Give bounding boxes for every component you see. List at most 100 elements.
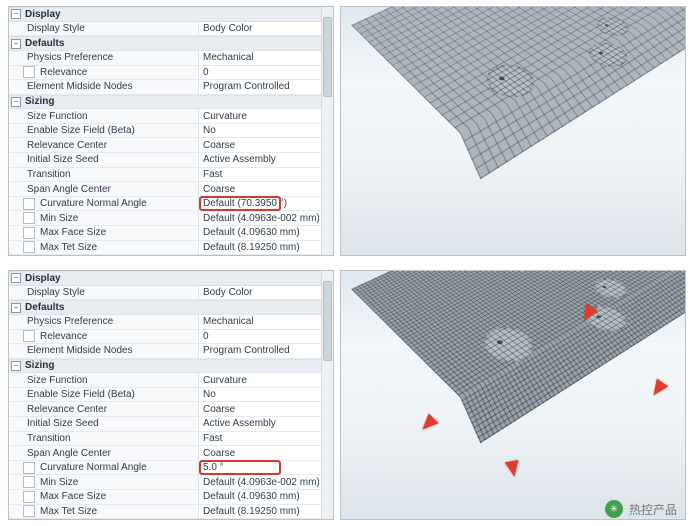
value[interactable]: 0	[199, 66, 321, 80]
label: Curvature Normal Angle	[9, 461, 199, 475]
row-physics-preference[interactable]: Physics Preference Mechanical	[9, 315, 321, 330]
label: Min Size	[9, 475, 199, 489]
label: Relevance Center	[9, 402, 199, 416]
group-label: Defaults	[25, 38, 64, 49]
group-defaults[interactable]: − Defaults	[9, 300, 321, 315]
mesh-viewport-top[interactable]	[340, 6, 686, 256]
row-max-tet-size[interactable]: Max Tet Size Default (8.19250 mm)	[9, 241, 321, 256]
collapse-icon[interactable]: −	[11, 303, 21, 313]
label: Display Style	[9, 286, 199, 300]
value[interactable]: 0	[199, 330, 321, 344]
value[interactable]: Body Color	[199, 22, 321, 36]
row-display-style[interactable]: Display Style Body Color	[9, 22, 321, 37]
row-span-angle-center[interactable]: Span Angle Center Coarse	[9, 446, 321, 461]
row-min-size[interactable]: Min Size Default (4.0963e-002 mm)	[9, 475, 321, 490]
row-max-tet-size[interactable]: Max Tet Size Default (8.19250 mm)	[9, 505, 321, 520]
value[interactable]: No	[199, 388, 321, 402]
label: Max Face Size	[9, 226, 199, 240]
row-curvature-normal-angle[interactable]: Curvature Normal Angle Default (70.3950 …	[9, 197, 321, 212]
label: Relevance Center	[9, 138, 199, 152]
mesh-viewport-bottom[interactable]	[340, 270, 686, 520]
row-relevance-center[interactable]: Relevance Center Coarse	[9, 402, 321, 417]
label: Size Function	[9, 373, 199, 387]
label: Display Style	[9, 22, 199, 36]
row-enable-size-field[interactable]: Enable Size Field (Beta) No	[9, 124, 321, 139]
property-panel-bottom[interactable]: − Display Display Style Body Color − Def…	[8, 270, 334, 520]
value[interactable]: Active Assembly	[199, 417, 321, 431]
value[interactable]: Default (4.0963e-002 mm)	[199, 211, 321, 225]
group-display[interactable]: − Display	[9, 271, 321, 286]
row-size-function[interactable]: Size Function Curvature	[9, 109, 321, 124]
value[interactable]: Curvature	[199, 373, 321, 387]
scroll-thumb[interactable]	[323, 17, 332, 97]
row-transition[interactable]: Transition Fast	[9, 432, 321, 447]
collapse-icon[interactable]: −	[11, 97, 21, 107]
collapse-icon[interactable]: −	[11, 273, 21, 283]
value[interactable]: Default (4.09630 mm)	[199, 490, 321, 504]
label: Span Angle Center	[9, 446, 199, 460]
row-max-face-size[interactable]: Max Face Size Default (4.09630 mm)	[9, 490, 321, 505]
value[interactable]: Coarse	[199, 446, 321, 460]
value[interactable]: Mechanical	[199, 315, 321, 329]
label: Physics Preference	[9, 51, 199, 65]
value[interactable]: Coarse	[199, 402, 321, 416]
row-span-angle-center[interactable]: Span Angle Center Coarse	[9, 182, 321, 197]
group-sizing[interactable]: − Sizing	[9, 95, 321, 110]
row-size-function[interactable]: Size Function Curvature	[9, 373, 321, 388]
row-curvature-normal-angle[interactable]: Curvature Normal Angle 5.0 °	[9, 461, 321, 476]
label: Enable Size Field (Beta)	[9, 388, 199, 402]
scrollbar[interactable]	[321, 271, 333, 519]
label: Min Size	[9, 211, 199, 225]
property-panel-top[interactable]: − Display Display Style Body Color − Def…	[8, 6, 334, 256]
watermark: ✳ 热控产品	[605, 500, 677, 518]
value[interactable]: Fast	[199, 432, 321, 446]
row-relevance-center[interactable]: Relevance Center Coarse	[9, 138, 321, 153]
annotation-arrow-icon	[417, 413, 438, 434]
row-element-midside-nodes[interactable]: Element Midside Nodes Program Controlled	[9, 80, 321, 95]
label: Element Midside Nodes	[9, 344, 199, 358]
group-label: Display	[25, 9, 61, 20]
value[interactable]: Default (70.3950 °)	[199, 197, 321, 211]
row-initial-size-seed[interactable]: Initial Size Seed Active Assembly	[9, 417, 321, 432]
row-relevance[interactable]: Relevance 0	[9, 330, 321, 345]
value[interactable]: Default (8.19250 mm)	[199, 505, 321, 519]
value[interactable]: Fast	[199, 168, 321, 182]
row-element-midside-nodes[interactable]: Element Midside Nodes Program Controlled	[9, 344, 321, 359]
value[interactable]: Program Controlled	[199, 344, 321, 358]
group-sizing[interactable]: − Sizing	[9, 359, 321, 374]
value[interactable]: Body Color	[199, 286, 321, 300]
row-max-face-size[interactable]: Max Face Size Default (4.09630 mm)	[9, 226, 321, 241]
value[interactable]: Mechanical	[199, 51, 321, 65]
group-display[interactable]: − Display	[9, 7, 321, 22]
label: Max Face Size	[9, 490, 199, 504]
value[interactable]: Program Controlled	[199, 80, 321, 94]
scrollbar[interactable]	[321, 7, 333, 255]
value[interactable]: Default (8.19250 mm)	[199, 241, 321, 255]
row-min-size[interactable]: Min Size Default (4.0963e-002 mm)	[9, 211, 321, 226]
value[interactable]: Default (4.0963e-002 mm)	[199, 475, 321, 489]
label: Element Midside Nodes	[9, 80, 199, 94]
value[interactable]: Active Assembly	[199, 153, 321, 167]
collapse-icon[interactable]: −	[11, 39, 21, 49]
row-transition[interactable]: Transition Fast	[9, 168, 321, 183]
value[interactable]: No	[199, 124, 321, 138]
scroll-thumb[interactable]	[323, 281, 332, 361]
value[interactable]: Coarse	[199, 138, 321, 152]
row-display-style[interactable]: Display Style Body Color	[9, 286, 321, 301]
group-label: Sizing	[25, 360, 54, 371]
value[interactable]: Curvature	[199, 109, 321, 123]
collapse-icon[interactable]: −	[11, 9, 21, 19]
label: Curvature Normal Angle	[9, 197, 199, 211]
row-relevance[interactable]: Relevance 0	[9, 66, 321, 81]
group-defaults[interactable]: − Defaults	[9, 36, 321, 51]
watermark-text: 热控产品	[629, 501, 677, 518]
value[interactable]: Coarse	[199, 182, 321, 196]
row-initial-size-seed[interactable]: Initial Size Seed Active Assembly	[9, 153, 321, 168]
row-physics-preference[interactable]: Physics Preference Mechanical	[9, 51, 321, 66]
row-enable-size-field[interactable]: Enable Size Field (Beta) No	[9, 388, 321, 403]
collapse-icon[interactable]: −	[11, 361, 21, 371]
value[interactable]: Default (4.09630 mm)	[199, 226, 321, 240]
value[interactable]: 5.0 °	[199, 461, 321, 475]
group-label: Sizing	[25, 96, 54, 107]
label: Span Angle Center	[9, 182, 199, 196]
